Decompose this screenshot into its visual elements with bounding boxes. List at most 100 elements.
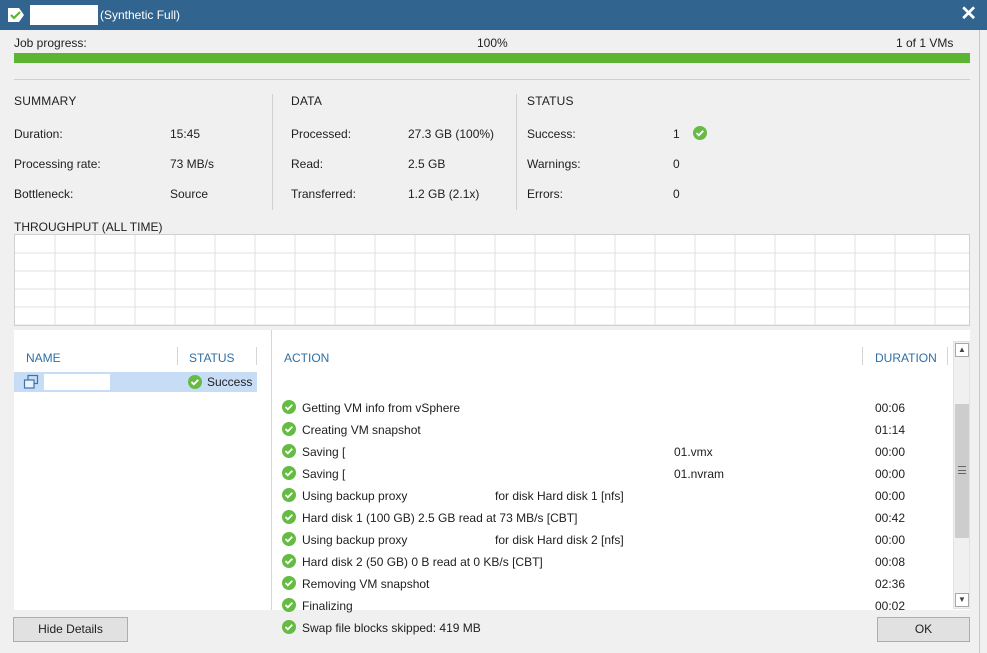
read-value: 2.5 GB — [408, 157, 446, 171]
bottleneck-value: Source — [170, 187, 209, 201]
action-text: Creating VM snapshot — [302, 423, 421, 437]
summary-title: SUMMARY — [14, 94, 77, 108]
panel-divider — [271, 330, 272, 610]
throughput-chart — [14, 234, 970, 326]
scroll-up-icon[interactable]: ▲ — [955, 343, 969, 357]
throughput-grid — [15, 235, 969, 325]
bottleneck-label: Bottleneck: — [14, 187, 74, 201]
action-row[interactable]: Saving [ 01.vmx 00:00 — [282, 441, 952, 463]
action-row[interactable]: Hard disk 2 (50 GB) 0 B read at 0 KB/s [… — [282, 551, 952, 573]
action-duration: 00:02 — [875, 599, 906, 613]
action-row[interactable]: Using backup proxy for disk Hard disk 1 [… — [282, 485, 952, 507]
check-circle-icon — [188, 375, 202, 389]
read-label: Read: — [291, 157, 324, 171]
success-label: Success: — [527, 127, 576, 141]
action-row[interactable]: Finalizing 00:02 — [282, 595, 952, 617]
duration-column-header[interactable]: DURATION — [875, 351, 937, 365]
action-text: Swap file blocks skipped: 419 MB — [302, 621, 481, 635]
errors-value: 0 — [673, 187, 680, 201]
action-row[interactable]: Removing VM snapshot 02:36 — [282, 573, 952, 595]
action-text: Getting VM info from vSphere — [302, 401, 461, 415]
name-column-header[interactable]: NAME — [26, 351, 61, 365]
action-duration: 01:14 — [875, 423, 906, 437]
action-row[interactable]: Getting VM info from vSphere 00:06 — [282, 397, 952, 419]
action-duration: 00:00 — [875, 533, 906, 547]
vm-name-redacted — [44, 374, 110, 390]
errors-label: Errors: — [527, 187, 563, 201]
action-text: Using backup proxy — [302, 533, 408, 547]
action-row[interactable]: Using backup proxy for disk Hard disk 2 [… — [282, 529, 952, 551]
action-text: Saving [ — [302, 445, 346, 459]
progress-percent: 100% — [477, 36, 508, 50]
action-list-scrollbar[interactable]: ▲ ▼ — [953, 341, 970, 609]
transferred-label: Transferred: — [291, 187, 356, 201]
column-divider — [177, 347, 178, 365]
processing-rate-label: Processing rate: — [14, 157, 101, 171]
duration-label: Duration: — [14, 127, 63, 141]
action-row[interactable]: Swap file blocks skipped: 419 MB — [282, 617, 952, 639]
status-title: STATUS — [527, 94, 574, 108]
scroll-thumb[interactable] — [955, 404, 969, 538]
check-circle-icon — [282, 532, 296, 546]
ok-button[interactable]: OK — [877, 617, 970, 642]
transferred-value: 1.2 GB (2.1x) — [408, 187, 480, 201]
action-text-continued: 01.vmx — [674, 445, 713, 459]
column-divider — [256, 347, 257, 365]
action-duration: 00:00 — [875, 467, 906, 481]
action-duration: 00:00 — [875, 489, 906, 503]
vm-status-text: Success — [207, 375, 253, 389]
grip-icon — [958, 466, 966, 474]
action-text: Finalizing — [302, 599, 353, 613]
warnings-label: Warnings: — [527, 157, 581, 171]
action-text: Using backup proxy — [302, 489, 408, 503]
column-divider — [947, 347, 948, 365]
action-column-header[interactable]: ACTION — [284, 351, 329, 365]
check-circle-icon — [282, 554, 296, 568]
action-duration: 00:08 — [875, 555, 906, 569]
action-text-continued: 01.nvram — [674, 467, 725, 481]
job-name-redacted — [30, 5, 98, 25]
action-row[interactable]: Hard disk 1 (100 GB) 2.5 GB read at 73 M… — [282, 507, 952, 529]
warnings-value: 0 — [673, 157, 680, 171]
section-divider — [516, 94, 517, 210]
processed-label: Processed: — [291, 127, 352, 141]
check-circle-icon — [282, 598, 296, 612]
check-circle-icon — [693, 126, 707, 140]
throughput-title: THROUGHPUT (ALL TIME) — [14, 220, 163, 234]
success-value: 1 — [673, 127, 680, 141]
check-circle-icon — [282, 422, 296, 436]
hide-details-button[interactable]: Hide Details — [13, 617, 128, 642]
check-circle-icon — [282, 620, 296, 634]
action-duration: 02:36 — [875, 577, 906, 591]
section-divider — [272, 94, 273, 210]
action-text-continued: for disk Hard disk 1 [nfs] — [495, 489, 624, 503]
veeam-job-icon — [8, 8, 24, 22]
status-column-header[interactable]: STATUS — [189, 351, 235, 365]
scroll-down-icon[interactable]: ▼ — [955, 593, 969, 607]
job-details-window: Job progress: 100% 1 of 1 VMs SUMMARY Du… — [0, 30, 980, 653]
processed-value: 27.3 GB (100%) — [408, 127, 495, 141]
progress-bar-fill — [14, 53, 970, 63]
vm-icon — [23, 374, 39, 389]
job-progress-label: Job progress: — [14, 36, 87, 50]
action-row[interactable]: Creating VM snapshot 01:14 — [282, 419, 952, 441]
processing-rate-value: 73 MB/s — [170, 157, 215, 171]
vm-list-item[interactable]: Success — [14, 372, 257, 392]
close-icon[interactable]: ✕ — [960, 3, 977, 25]
column-divider — [862, 347, 863, 365]
action-text: Saving [ — [302, 467, 346, 481]
action-row[interactable]: Saving [ 01.nvram 00:00 — [282, 463, 952, 485]
action-duration: 00:42 — [875, 511, 906, 525]
check-circle-icon — [282, 444, 296, 458]
check-circle-icon — [282, 510, 296, 524]
action-text: Hard disk 2 (50 GB) 0 B read at 0 KB/s [… — [302, 555, 543, 569]
details-panel: NAME STATUS Success ACTION DURATION Gett… — [14, 330, 970, 635]
data-title: DATA — [291, 94, 323, 108]
check-circle-icon — [282, 400, 296, 414]
duration-value: 15:45 — [170, 127, 201, 141]
action-duration: 00:00 — [875, 445, 906, 459]
check-circle-icon — [282, 466, 296, 480]
action-text-continued: for disk Hard disk 2 [nfs] — [495, 533, 624, 547]
action-text: Hard disk 1 (100 GB) 2.5 GB read at 73 M… — [302, 511, 578, 525]
title-bar: (Synthetic Full) ✕ — [0, 0, 987, 30]
